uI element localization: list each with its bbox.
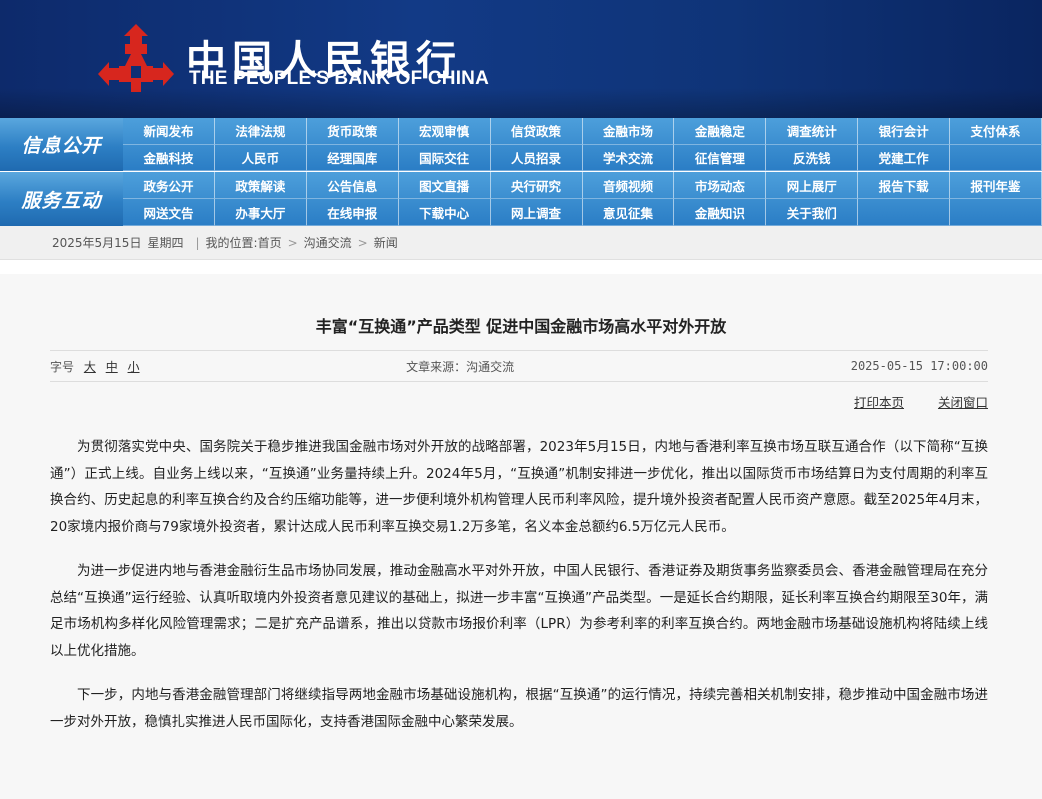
site-header: 中国人民银行 THE PEOPLE'S BANK OF CHINA	[0, 0, 1042, 118]
nav-item-monetary-policy[interactable]: 货币政策	[306, 118, 399, 145]
article-container: 丰富“互换通”产品类型 促进中国金融市场高水平对外开放 字号 大 中 小 文章来…	[0, 274, 1042, 799]
nav-item-statistics[interactable]: 调查统计	[766, 118, 859, 145]
main-navigation: 信息公开 新闻发布 法律法规 货币政策 宏观审慎 信贷政策 金融市场 金融稳定 …	[0, 118, 1042, 226]
nav-item-gov-affairs[interactable]: 政务公开	[123, 172, 215, 199]
nav-label-service: 服务互动	[0, 172, 123, 226]
nav-item-download-center[interactable]: 下载中心	[398, 199, 491, 226]
nav-item-about-us[interactable]: 关于我们	[766, 199, 859, 226]
nav-item-empty	[950, 144, 1042, 171]
print-page-link[interactable]: 打印本页	[854, 395, 904, 410]
nav-item-party-building[interactable]: 党建工作	[858, 144, 951, 171]
nav-item-financial-knowledge[interactable]: 金融知识	[674, 199, 767, 226]
nav-row-info: 信息公开 新闻发布 法律法规 货币政策 宏观审慎 信贷政策 金融市场 金融稳定 …	[0, 118, 1042, 172]
nav-item-laws[interactable]: 法律法规	[214, 118, 307, 145]
breadcrumb-home-link[interactable]: 首页	[258, 234, 282, 251]
nav-item-research[interactable]: 央行研究	[490, 172, 583, 199]
nav-item-payment[interactable]: 支付体系	[950, 118, 1042, 145]
nav-item-financial-stability[interactable]: 金融稳定	[674, 118, 767, 145]
nav-item-online-filing[interactable]: 在线申报	[306, 199, 399, 226]
nav-item-financial-markets[interactable]: 金融市场	[582, 118, 675, 145]
article-title: 丰富“互换通”产品类型 促进中国金融市场高水平对外开放	[315, 317, 727, 336]
article-paragraph: 下一步，内地与香港金融管理部门将继续指导两地金融市场基础设施机构，根据“互换通”…	[50, 687, 988, 730]
nav-item-market-dynamics[interactable]: 市场动态	[674, 172, 767, 199]
nav-item-aml[interactable]: 反洗钱	[766, 144, 859, 171]
breadcrumb: 2025年5月15日 星期四 | 我的位置: 首页 > 沟通交流 > 新闻	[0, 226, 1042, 260]
article-meta: 字号 大 中 小 文章来源：沟通交流 2025-05-15 17:00:00	[50, 350, 988, 382]
nav-item-documents[interactable]: 网送文告	[123, 199, 215, 226]
spacer	[0, 260, 1042, 274]
nav-item-credit-policy[interactable]: 信贷政策	[490, 118, 583, 145]
nav-item-online-exhibition[interactable]: 网上展厅	[766, 172, 859, 199]
nav-label-info: 信息公开	[0, 118, 123, 171]
breadcrumb-current-link[interactable]: 新闻	[374, 234, 398, 251]
article-tools: 打印本页 关闭窗口	[824, 392, 988, 411]
nav-item-macroprudential[interactable]: 宏观审慎	[398, 118, 491, 145]
nav-item-yearbooks[interactable]: 报刊年鉴	[950, 172, 1042, 199]
nav-item-credit-reference[interactable]: 征信管理	[674, 144, 767, 171]
nav-row-service: 服务互动 政务公开 政策解读 公告信息 图文直播 央行研究 音频视频 市场动态 …	[0, 172, 1042, 226]
nav-item-empty	[858, 199, 951, 226]
nav-item-empty	[950, 199, 1042, 226]
nav-item-rmb[interactable]: 人民币	[214, 144, 307, 171]
nav-item-media[interactable]: 音频视频	[582, 172, 675, 199]
nav-item-announcements[interactable]: 公告信息	[306, 172, 399, 199]
nav-item-policy-interpretation[interactable]: 政策解读	[214, 172, 307, 199]
divider: |	[195, 235, 200, 250]
nav-item-fintech[interactable]: 金融科技	[123, 144, 215, 171]
nav-item-accounting[interactable]: 银行会计	[858, 118, 951, 145]
article-paragraph: 为进一步促进内地与香港金融衍生品市场协同发展，推动金融高水平对外开放，中国人民银…	[50, 563, 988, 659]
chevron-right-icon: >	[287, 235, 298, 250]
close-window-link[interactable]: 关闭窗口	[938, 395, 988, 410]
nav-item-recruitment[interactable]: 人员招录	[490, 144, 583, 171]
article-paragraph: 为贯彻落实党中央、国务院关于稳步推进我国金融市场对外开放的战略部署，2023年5…	[50, 439, 988, 535]
nav-item-international[interactable]: 国际交往	[398, 144, 491, 171]
current-weekday: 星期四	[147, 236, 184, 250]
nav-item-opinions[interactable]: 意见征集	[582, 199, 675, 226]
nav-grid-service: 政务公开 政策解读 公告信息 图文直播 央行研究 音频视频 市场动态 网上展厅 …	[123, 172, 1042, 226]
logo-english-name: THE PEOPLE'S BANK OF CHINA	[189, 68, 490, 89]
location-label: 我的位置:	[205, 236, 258, 250]
nav-item-academic[interactable]: 学术交流	[582, 144, 675, 171]
article-source: 文章来源：沟通交流	[406, 359, 515, 374]
nav-item-online-survey[interactable]: 网上调查	[490, 199, 583, 226]
nav-item-news[interactable]: 新闻发布	[123, 118, 215, 145]
breadcrumb-section-link[interactable]: 沟通交流	[304, 234, 352, 251]
article-body: 为贯彻落实党中央、国务院关于稳步推进我国金融市场对外开放的战略部署，2023年5…	[50, 434, 988, 753]
nav-item-live[interactable]: 图文直播	[398, 172, 491, 199]
current-date: 2025年5月15日	[52, 236, 142, 250]
nav-item-service-hall[interactable]: 办事大厅	[214, 199, 307, 226]
article-datetime: 2025-05-15 17:00:00	[850, 359, 988, 373]
chevron-right-icon: >	[357, 235, 368, 250]
nav-item-reports[interactable]: 报告下载	[858, 172, 951, 199]
pboc-logo-icon[interactable]	[95, 22, 177, 94]
nav-item-treasury[interactable]: 经理国库	[306, 144, 399, 171]
nav-grid-info: 新闻发布 法律法规 货币政策 宏观审慎 信贷政策 金融市场 金融稳定 调查统计 …	[123, 118, 1042, 171]
